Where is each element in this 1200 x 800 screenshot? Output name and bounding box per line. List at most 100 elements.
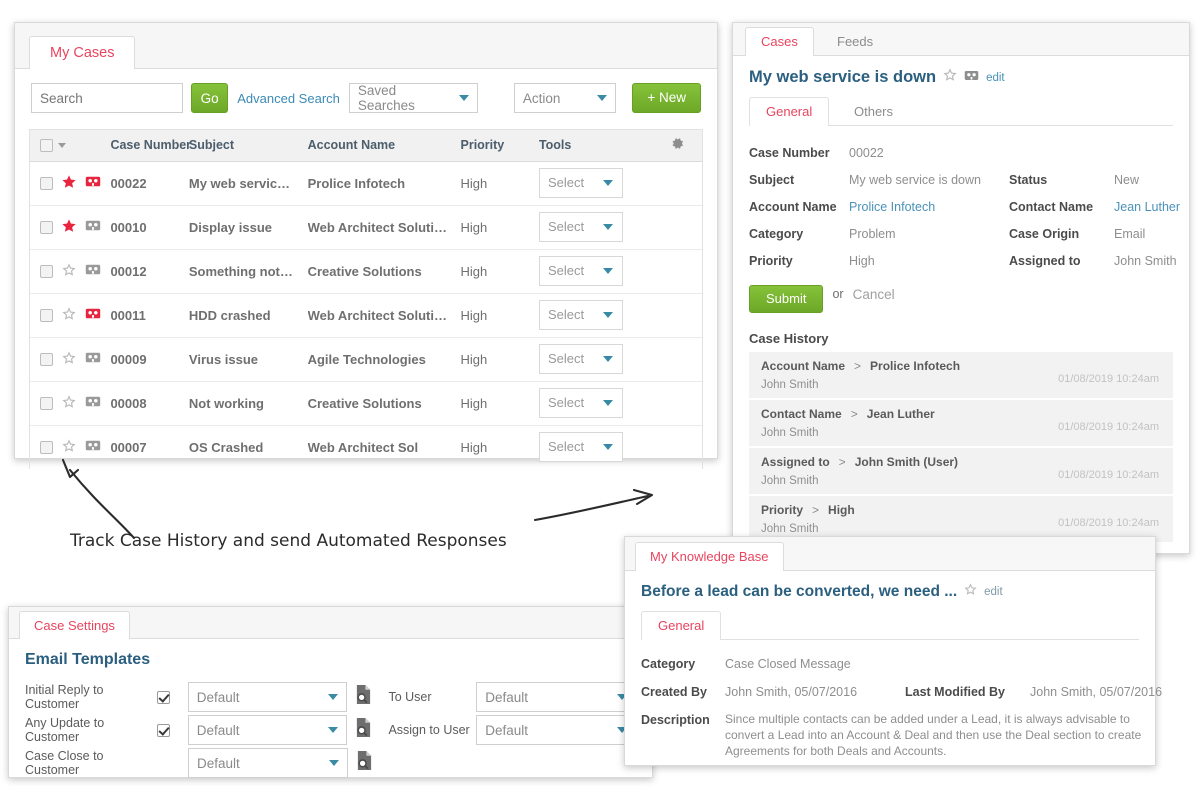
document-search-icon[interactable] [355, 718, 372, 742]
row-tool-select[interactable]: Select [539, 388, 623, 418]
row-checkbox[interactable] [40, 397, 53, 410]
row-icons-cell [30, 249, 104, 293]
row-tool-select[interactable]: Select [539, 300, 623, 330]
cell-subject[interactable]: OS Crashed [183, 425, 302, 469]
star-icon[interactable] [62, 175, 76, 192]
row-tool-select[interactable]: Select [539, 432, 623, 462]
chevron-down-icon[interactable] [58, 143, 66, 148]
saved-searches-select[interactable]: Saved Searches [349, 83, 478, 113]
row-tool-select[interactable]: Select [539, 212, 623, 242]
star-icon[interactable] [964, 583, 977, 601]
star-icon[interactable] [62, 219, 76, 236]
document-search-icon[interactable] [355, 685, 372, 709]
search-input[interactable] [31, 83, 183, 113]
cell-account-name[interactable]: Web Architect Sol [302, 425, 455, 469]
cell-case-number[interactable]: 00022 [104, 161, 182, 205]
row-checkbox[interactable] [40, 177, 53, 190]
star-icon[interactable] [62, 351, 76, 368]
row-checkbox[interactable] [40, 221, 53, 234]
template-select[interactable]: Default [188, 682, 348, 712]
table-row[interactable]: 00008Not workingCreative SolutionsHighSe… [30, 381, 702, 425]
go-button[interactable]: Go [191, 83, 228, 113]
field-value-contact-name[interactable]: Jean Luther [1114, 194, 1180, 221]
mask-icon[interactable] [85, 351, 101, 367]
history-arrow: > [839, 455, 846, 469]
star-icon[interactable] [62, 263, 76, 280]
gear-icon[interactable] [670, 136, 685, 154]
cell-account-name[interactable]: Creative Solutions [302, 249, 455, 293]
table-row[interactable]: 00010Display issueWeb Architect Solution… [30, 205, 702, 249]
column-case-number[interactable]: Case Number [104, 130, 182, 161]
cell-case-number[interactable]: 00007 [104, 425, 182, 469]
template-select[interactable]: Default [188, 748, 348, 778]
assignment-select[interactable]: Default [476, 715, 636, 745]
column-subject[interactable]: Subject [183, 130, 302, 161]
row-checkbox[interactable] [40, 353, 53, 366]
star-icon[interactable] [943, 68, 957, 87]
cell-case-number[interactable]: 00009 [104, 337, 182, 381]
edit-link[interactable]: edit [986, 72, 1005, 84]
cancel-button[interactable]: Cancel [853, 287, 895, 302]
table-row[interactable]: 00009Virus issueAgile TechnologiesHighSe… [30, 337, 702, 381]
new-case-button[interactable]: + New [632, 83, 701, 113]
star-icon[interactable] [62, 439, 76, 456]
row-checkbox[interactable] [40, 265, 53, 278]
cell-subject[interactable]: Something not w… [183, 249, 302, 293]
submit-button[interactable]: Submit [749, 285, 823, 313]
template-select[interactable]: Default [188, 715, 348, 745]
advanced-search-link[interactable]: Advanced Search [237, 91, 340, 106]
cell-case-number[interactable]: 00011 [104, 293, 182, 337]
cell-account-name[interactable]: Agile Technologies [302, 337, 455, 381]
star-icon[interactable] [62, 307, 76, 324]
cell-subject[interactable]: Display issue [183, 205, 302, 249]
row-tool-select[interactable]: Select [539, 256, 623, 286]
star-icon[interactable] [62, 395, 76, 412]
row-tool-select[interactable]: Select [539, 344, 623, 374]
mask-icon[interactable] [85, 175, 101, 191]
mask-icon[interactable] [85, 395, 101, 411]
action-select[interactable]: Action [514, 83, 616, 113]
mask-icon[interactable] [964, 68, 979, 87]
kb-edit-link[interactable]: edit [984, 586, 1003, 598]
cell-account-name[interactable]: Web Architect Solution [302, 205, 455, 249]
cell-account-name[interactable]: Web Architect Solution [302, 293, 455, 337]
cell-subject[interactable]: Virus issue [183, 337, 302, 381]
select-all-checkbox[interactable] [40, 139, 53, 152]
cell-case-number[interactable]: 00012 [104, 249, 182, 293]
table-row[interactable]: 00011HDD crashedWeb Architect SolutionHi… [30, 293, 702, 337]
assignment-select[interactable]: Default [476, 682, 636, 712]
tab-my-knowledge-base[interactable]: My Knowledge Base [635, 542, 784, 571]
row-tool-select[interactable]: Select [539, 168, 623, 198]
subtab-general[interactable]: General [641, 611, 721, 640]
document-search-icon[interactable] [356, 751, 373, 775]
column-account-name[interactable]: Account Name [302, 130, 455, 161]
template-checkbox[interactable] [157, 691, 170, 704]
cell-case-number[interactable]: 00010 [104, 205, 182, 249]
template-checkbox[interactable] [157, 724, 170, 737]
column-tools[interactable]: Tools [533, 130, 664, 161]
column-priority[interactable]: Priority [455, 130, 533, 161]
table-row[interactable]: 00022My web service i…Prolice InfotechHi… [30, 161, 702, 205]
subtab-others[interactable]: Others [837, 97, 910, 126]
row-checkbox[interactable] [40, 309, 53, 322]
tab-my-cases[interactable]: My Cases [29, 36, 135, 69]
cell-case-number[interactable]: 00008 [104, 381, 182, 425]
mask-icon[interactable] [85, 439, 101, 455]
field-value-account-name[interactable]: Prolice Infotech [849, 194, 1009, 221]
cell-account-name[interactable]: Prolice Infotech [302, 161, 455, 205]
cell-subject[interactable]: My web service i… [183, 161, 302, 205]
mask-icon[interactable] [85, 307, 101, 323]
cell-account-name[interactable]: Creative Solutions [302, 381, 455, 425]
cell-tools: Select [533, 293, 664, 337]
mask-icon[interactable] [85, 263, 101, 279]
tab-feeds[interactable]: Feeds [821, 27, 889, 56]
tab-cases[interactable]: Cases [745, 27, 814, 56]
subtab-general[interactable]: General [749, 97, 829, 126]
cell-subject[interactable]: HDD crashed [183, 293, 302, 337]
mask-icon[interactable] [85, 219, 101, 235]
tab-case-settings[interactable]: Case Settings [19, 611, 130, 639]
row-checkbox[interactable] [40, 441, 53, 454]
table-row[interactable]: 00012Something not w…Creative SolutionsH… [30, 249, 702, 293]
cell-subject[interactable]: Not working [183, 381, 302, 425]
table-row[interactable]: 00007OS CrashedWeb Architect SolHighSele… [30, 425, 702, 469]
